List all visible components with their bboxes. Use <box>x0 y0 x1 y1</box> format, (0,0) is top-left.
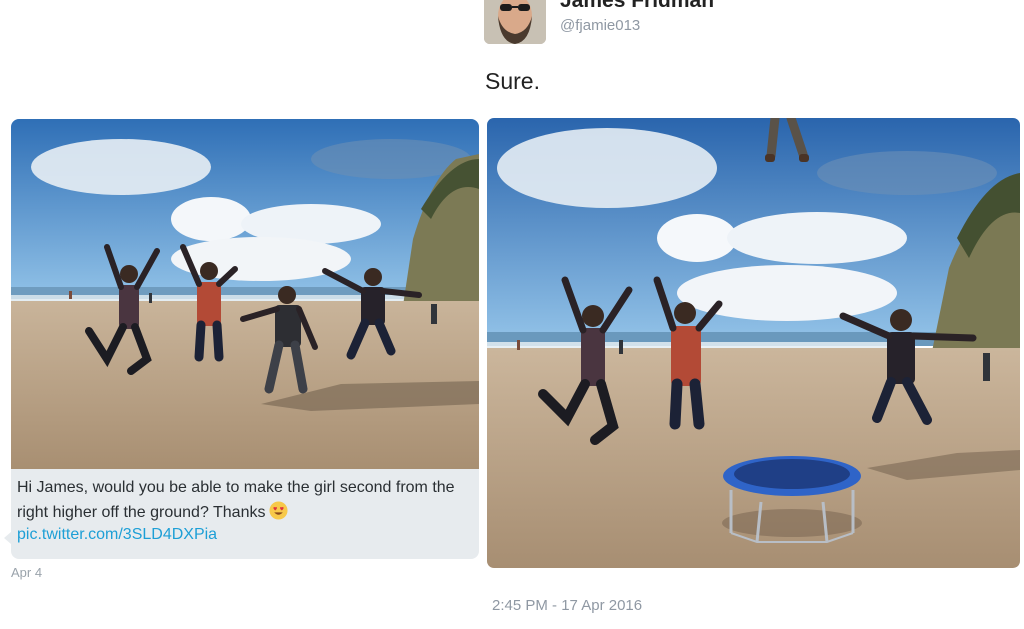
edited-photo-canvas <box>487 118 1020 568</box>
message-link[interactable]: pic.twitter.com/3SLD4DXPia <box>17 526 217 544</box>
author-avatar[interactable] <box>484 0 546 44</box>
original-message-card: Hi James, would you be able to make the … <box>11 119 479 559</box>
trampoline-mat <box>734 459 850 489</box>
author-handle[interactable]: @fjamie013 <box>560 17 640 34</box>
message-date: Apr 4 <box>11 565 43 580</box>
reply-text: Sure. <box>485 68 540 94</box>
original-beach-photo[interactable] <box>11 119 479 469</box>
smiling-face-with-heart-eyes-icon <box>269 501 288 520</box>
message-text: Hi James, would you be able to make the … <box>17 475 477 525</box>
bearded-man-avatar-icon <box>484 0 546 44</box>
author-name[interactable]: James Fridman <box>560 0 714 13</box>
tweet-conversation: James Fridman @fjamie013 Sure. Hi James,… <box>0 0 1024 629</box>
message-body: Hi James, would you be able to make the … <box>17 479 455 521</box>
edited-beach-photo[interactable] <box>487 118 1020 568</box>
bubble-tail <box>4 532 11 544</box>
reply-timestamp[interactable]: 2:45 PM - 17 Apr 2016 <box>492 597 642 614</box>
